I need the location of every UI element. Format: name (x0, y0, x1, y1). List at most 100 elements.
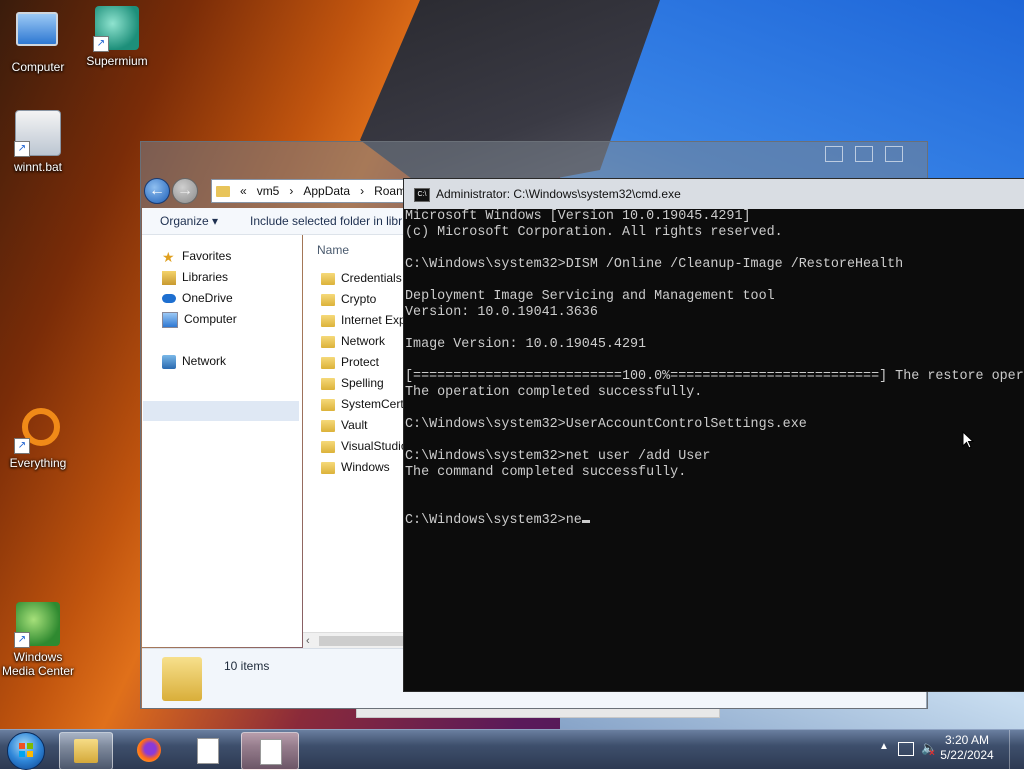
forward-arrow-icon[interactable]: → (172, 178, 198, 204)
start-button[interactable] (7, 732, 45, 770)
nav-label: Favorites (182, 249, 232, 263)
desktop-icon-computer[interactable]: Computer (0, 6, 76, 74)
taskbar-explorer-button[interactable] (59, 732, 113, 770)
folder-icon (321, 398, 335, 411)
desktop-icon-label: Everything (9, 456, 67, 470)
folder-icon (321, 272, 335, 285)
large-folder-icon (162, 657, 202, 701)
list-item[interactable]: Protect (321, 352, 379, 372)
taskbar-document-button[interactable] (181, 732, 233, 768)
list-item[interactable]: Credentials (321, 268, 402, 288)
desktop-icon-label: Windows Media Center (1, 650, 75, 678)
file-name: Credentials (341, 271, 402, 285)
list-item[interactable]: VisualStudio (321, 436, 408, 456)
window-caption-buttons (821, 144, 921, 164)
nav-label: Network (182, 354, 227, 368)
cmd-window-title: Administrator: C:\Windows\system32\cmd.e… (436, 187, 681, 201)
back-arrow-icon[interactable]: ← (144, 178, 170, 204)
breadcrumb-overflow[interactable]: « (240, 184, 247, 198)
console-line: The operation completed successfully. (405, 385, 703, 400)
nav-item-favorites[interactable]: ★ Favorites (162, 246, 231, 266)
console-line: C:\Windows\system32>UserAccountControlSe… (405, 417, 807, 432)
cmd-title-bar[interactable]: C:\ Administrator: C:\Windows\system32\cm… (404, 179, 1024, 209)
nav-selection-highlight (143, 401, 299, 421)
taskbar-firefox-button[interactable] (123, 732, 175, 768)
console-line: C:\Windows\system32>net user /add User (405, 449, 711, 464)
column-header-name[interactable]: Name (317, 243, 349, 257)
desktop-icon-supermium[interactable]: ↗ Supermium (79, 6, 155, 68)
breadcrumb-appdata[interactable]: AppData (303, 184, 350, 198)
list-item[interactable]: Crypto (321, 289, 376, 309)
breadcrumb-vm5[interactable]: vm5 (257, 184, 280, 198)
item-count: 10 items (224, 659, 270, 673)
file-name: Protect (341, 355, 380, 369)
file-explorer-icon (74, 739, 98, 763)
desktop-icon-windows-media-center[interactable]: ↗ Windows Media Center (0, 602, 76, 678)
nav-item-network[interactable]: Network (162, 351, 226, 371)
nav-item-libraries[interactable]: Libraries (162, 267, 228, 287)
list-item[interactable]: Network (321, 331, 385, 351)
breadcrumb-separator: › (360, 184, 365, 198)
file-name: SystemCerti (341, 397, 407, 411)
maximize-button[interactable] (855, 146, 873, 162)
console-line: Image Version: 10.0.19045.4291 (405, 337, 647, 352)
organize-button[interactable]: Organize ▾ (160, 208, 218, 234)
show-hidden-icons-arrow-icon[interactable]: ▲ (879, 741, 889, 752)
minimize-button[interactable] (825, 146, 843, 162)
clock-date: 5/22/2024 (940, 748, 994, 762)
shortcut-arrow-icon: ↗ (93, 36, 109, 52)
list-item[interactable]: Spelling (321, 373, 384, 393)
text-cursor (581, 520, 590, 523)
network-icon[interactable] (898, 742, 914, 756)
nav-label: Libraries (182, 270, 229, 284)
desktop-icon-everything[interactable]: ↗ Everything (0, 404, 76, 470)
include-in-library-button[interactable]: Include selected folder in libr (250, 208, 402, 234)
computer-icon (162, 311, 178, 328)
list-item[interactable]: Vault (321, 415, 367, 435)
desktop-icon-label: winnt.bat (13, 160, 63, 174)
mouse-pointer-icon (962, 431, 974, 449)
close-button[interactable] (885, 146, 903, 162)
console-line: Deployment Image Servicing and Managemen… (405, 289, 775, 304)
windows-logo-icon (19, 743, 33, 757)
folder-icon (321, 440, 335, 453)
desktop-icon-winnt-bat[interactable]: ↗ winnt.bat (0, 110, 76, 174)
show-desktop-button[interactable] (1009, 730, 1024, 769)
libraries-icon (162, 270, 176, 285)
file-name: Internet Exp (341, 313, 406, 327)
navigation-pane: ★ Favorites Libraries OneDrive Computer N… (142, 235, 302, 647)
console-line: The command completed successfully. (405, 465, 687, 480)
file-name: Network (341, 334, 386, 348)
nav-item-onedrive[interactable]: OneDrive (162, 288, 233, 308)
console-line: Version: 10.0.19041.3636 (405, 305, 598, 320)
folder-icon (216, 186, 230, 198)
computer-icon (16, 12, 60, 56)
breadcrumb-separator: › (289, 184, 294, 198)
file-name: VisualStudio (341, 439, 408, 453)
everything-search-icon: ↗ (14, 408, 60, 454)
firefox-icon (137, 738, 161, 762)
file-name: Spelling (341, 376, 384, 390)
taskbar-clock[interactable]: 3:20 AM 5/22/2024 (932, 733, 1002, 763)
scroll-left-arrow-icon[interactable]: ‹ (306, 633, 310, 649)
console-line: [==========================100.0%=======… (405, 369, 1024, 384)
console-prompt-line[interactable]: C:\Windows\system32>ne (405, 513, 1024, 529)
cmd-window[interactable]: C:\ Administrator: C:\Windows\system32\cm… (403, 178, 1024, 692)
shortcut-arrow-icon: ↗ (14, 438, 30, 454)
console-output[interactable]: Microsoft Windows [Version 10.0.19045.42… (405, 209, 1024, 689)
folder-icon (321, 419, 335, 432)
nav-item-computer[interactable]: Computer (162, 309, 237, 329)
clock-time: 3:20 AM (944, 733, 990, 747)
console-line: C:\Windows\system32>ne (405, 513, 582, 528)
windows-media-center-icon: ↗ (14, 602, 60, 648)
taskbar-cmd-button[interactable] (241, 732, 299, 770)
list-item[interactable]: Windows (321, 457, 390, 477)
list-item[interactable]: SystemCerti (321, 394, 406, 414)
list-item[interactable]: Internet Exp (321, 310, 406, 330)
blank-document-icon (260, 739, 282, 765)
